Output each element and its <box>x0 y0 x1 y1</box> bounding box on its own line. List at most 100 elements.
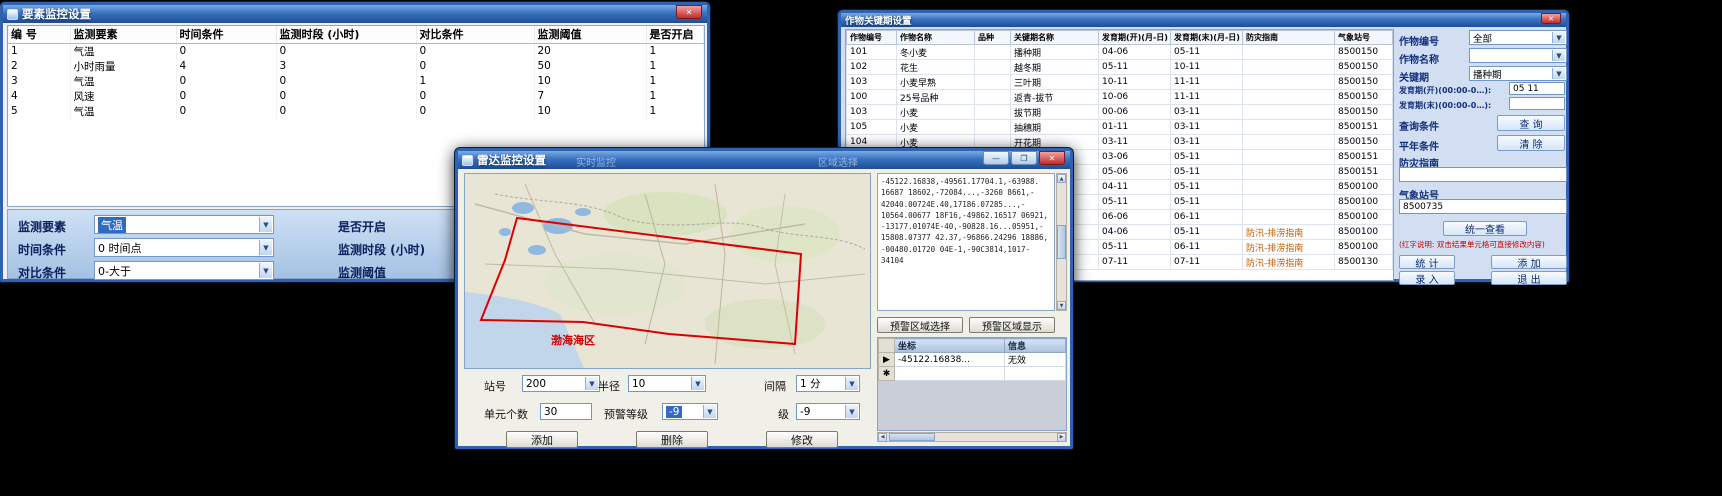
clear-button[interactable]: 清 除 <box>1497 135 1565 151</box>
start-date-label: 发育期(开)(00:00-0…): <box>1399 85 1491 96</box>
key-period-select[interactable]: 播种期 ▼ <box>1469 66 1567 81</box>
lake <box>528 245 546 255</box>
unit-count-input[interactable]: 30 <box>540 403 592 420</box>
table-row[interactable]: 103小麦早熟三叶期10-1111-118500150 <box>847 75 1393 90</box>
statistics-button[interactable]: 统 计 <box>1399 255 1455 269</box>
table-row[interactable]: 102花生越冬期05-1110-118500150 <box>847 60 1393 75</box>
table-row[interactable]: 1气温000201 <box>8 43 704 59</box>
table-cell <box>975 120 1011 135</box>
table-cell: 小麦 <box>897 105 975 120</box>
table-cell: 防汛-排涝指南 <box>1243 255 1335 270</box>
scroll-left-icon[interactable]: ◀ <box>878 433 887 442</box>
disaster-guide-input[interactable] <box>1399 167 1567 182</box>
title-bar[interactable]: 要素监控设置 ✕ <box>3 5 707 23</box>
table-cell: 05-06 <box>1099 165 1171 180</box>
table-cell: 0 <box>176 74 276 89</box>
grade-select[interactable]: -9 ▼ <box>796 403 860 420</box>
combo-value: 0 时间点 <box>98 240 142 256</box>
table-row[interactable]: 3气温001101 <box>8 74 704 89</box>
maximize-button[interactable]: ❐ <box>1011 151 1037 165</box>
scroll-down-icon[interactable]: ▼ <box>1057 301 1066 310</box>
scroll-up-icon[interactable]: ▲ <box>1057 174 1066 183</box>
table-cell: 三叶期 <box>1011 75 1099 90</box>
compare-condition-select[interactable]: 0-大于 ▼ <box>94 261 274 280</box>
element-select[interactable]: 气温 ▼ <box>94 215 274 234</box>
table-cell <box>1243 90 1335 105</box>
table-cell: 11-11 <box>1171 75 1243 90</box>
exit-button[interactable]: 退 出 <box>1491 271 1567 285</box>
close-button[interactable]: ✕ <box>676 5 702 19</box>
add-button[interactable]: 添 加 <box>1491 255 1567 269</box>
table-row[interactable]: 103小麦拔节期00-0603-118500150 <box>847 105 1393 120</box>
column-header: 监测时段 (小时) <box>276 26 416 43</box>
end-date-input[interactable] <box>1509 97 1565 110</box>
table-cell: 8500150 <box>1335 105 1393 120</box>
radius-select[interactable]: 10 ▼ <box>628 375 706 392</box>
enabled-label: 是否开启 <box>338 218 386 235</box>
table-cell: ▶ <box>879 353 895 367</box>
app-icon <box>7 9 18 20</box>
show-region-button[interactable]: 预警区域显示 <box>969 317 1055 333</box>
table-row[interactable]: 4风速00071 <box>8 89 704 104</box>
table-row[interactable]: 5气温000101 <box>8 104 704 119</box>
time-condition-select[interactable]: 0 时间点 ▼ <box>94 238 274 257</box>
modify-button[interactable]: 修改 <box>766 431 838 448</box>
close-icon: ✕ <box>1548 15 1554 23</box>
table-row[interactable]: 101冬小麦播种期04-0605-118500150 <box>847 45 1393 60</box>
table-row[interactable]: 2小时雨量430501 <box>8 59 704 74</box>
minimize-button[interactable]: — <box>983 151 1009 165</box>
warning-region-map[interactable]: 渤海海区 <box>464 173 871 369</box>
crop-name-select[interactable]: ▼ <box>1469 48 1567 63</box>
station-select[interactable]: 200 ▼ <box>522 375 600 392</box>
crop-no-select[interactable]: 全部 ▼ <box>1469 30 1567 45</box>
period-label: 监测时段 (小时) <box>338 241 425 258</box>
column-header: 监测阈值 <box>534 26 646 43</box>
table-cell: 25号品种 <box>897 90 975 105</box>
table-cell <box>895 367 1005 381</box>
scrollbar-vertical[interactable]: ▲ ▼ <box>1056 173 1067 311</box>
table-row[interactable]: ▶-45122.16838...无效 <box>879 353 1066 367</box>
titlebar-status-text: 区域选择 <box>818 154 858 169</box>
view-all-button[interactable]: 统一查看 <box>1443 221 1527 236</box>
table-row[interactable]: 105小麦抽穗期01-1103-118500151 <box>847 120 1393 135</box>
title-bar[interactable]: 雷达监控设置 实时监控 区域选择 — ❐ ✕ <box>458 151 1070 169</box>
start-date-input[interactable]: 05 11 <box>1509 82 1565 95</box>
table-cell: 8500150 <box>1335 75 1393 90</box>
query-button[interactable]: 查 询 <box>1497 115 1565 131</box>
combo-value: 0-大于 <box>98 263 131 279</box>
table-cell: 06-06 <box>1099 210 1171 225</box>
input-record-button[interactable]: 录 入 <box>1399 271 1455 285</box>
table-cell: 03-11 <box>1171 135 1243 150</box>
delete-button[interactable]: 删除 <box>636 431 708 448</box>
table-cell: 4 <box>8 89 70 104</box>
chevron-down-icon: ▼ <box>1552 68 1565 79</box>
coords-textarea[interactable]: -45122.16838,-49561.17704.1,-63988. 1668… <box>877 173 1055 311</box>
table-row[interactable]: ✱ <box>879 367 1066 381</box>
table-cell: 0 <box>416 59 534 74</box>
scrollbar-thumb[interactable] <box>1057 225 1066 259</box>
table-cell <box>975 45 1011 60</box>
title-bar[interactable]: 作物关键期设置 ✕ <box>841 13 1566 27</box>
add-button[interactable]: 添加 <box>506 431 578 448</box>
table-cell: 03-11 <box>1171 105 1243 120</box>
scrollbar-thumb[interactable] <box>889 433 935 441</box>
table-cell: 06-11 <box>1171 240 1243 255</box>
table-cell: 7 <box>534 89 646 104</box>
select-region-button[interactable]: 预警区域选择 <box>877 317 963 333</box>
table-cell: 1 <box>646 59 704 74</box>
table-cell <box>1243 105 1335 120</box>
table-cell: 102 <box>847 60 897 75</box>
scroll-right-icon[interactable]: ▶ <box>1057 433 1066 442</box>
table-row[interactable]: 10025号品种返青-拔节10-0611-118500150 <box>847 90 1393 105</box>
table-cell: 8500100 <box>1335 240 1393 255</box>
interval-select[interactable]: 1 分 ▼ <box>796 375 860 392</box>
chevron-down-icon: ▼ <box>1552 50 1565 61</box>
close-button[interactable]: ✕ <box>1039 151 1065 165</box>
warning-level-select[interactable]: -9 ▼ <box>662 403 718 420</box>
table-cell: 小麦 <box>897 120 975 135</box>
scrollbar-horizontal[interactable]: ◀ ▶ <box>877 432 1067 442</box>
close-button[interactable]: ✕ <box>1541 13 1561 24</box>
station-id-input[interactable]: 8500735 <box>1399 199 1567 214</box>
table-cell <box>975 105 1011 120</box>
combo-value: 200 <box>526 378 546 390</box>
